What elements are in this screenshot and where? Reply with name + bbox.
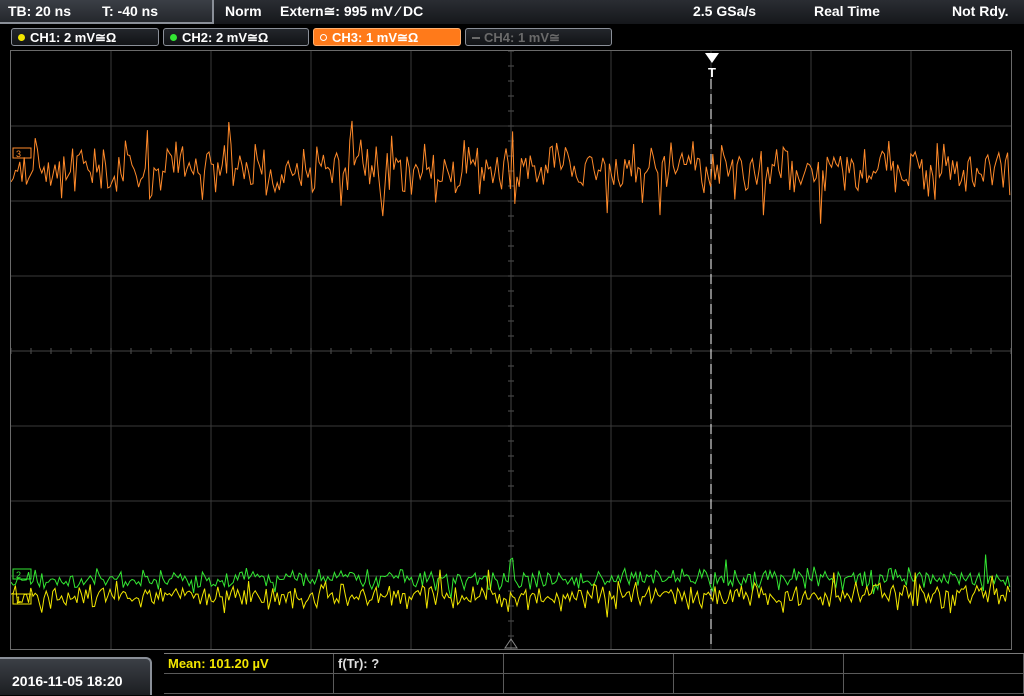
graticule: 3 2 1 (11, 51, 1011, 649)
channel-label: CH2: 2 mV≅Ω (182, 30, 269, 45)
mean-measurement: Mean: 101.20 µV (168, 656, 269, 671)
trigger-mode-label[interactable]: Norm (225, 3, 262, 19)
channel-label: CH1: 2 mV≅Ω (30, 30, 117, 45)
ch1-offset-marker-icon-label: 1 (16, 595, 21, 605)
ch3-waveform (11, 120, 1011, 224)
channel-label: CH3: 1 mV≅Ω (332, 30, 419, 45)
measurement-panel[interactable]: Mean: 101.20 µV f(Tr): ? (164, 653, 1024, 696)
ch1-indicator-icon (18, 34, 25, 41)
ch2-offset-marker-icon-label: 2 (16, 570, 21, 580)
trigger-marker-label: T (708, 65, 716, 80)
waveform-display[interactable]: 3 2 1 (10, 50, 1012, 650)
ch2-indicator-icon (170, 34, 177, 41)
ch3-offset-marker-icon-label: 3 (16, 149, 21, 159)
ch1-waveform (11, 569, 1011, 618)
channel-tab-ch1[interactable]: CH1: 2 mV≅Ω (11, 28, 159, 46)
channel-tab-ch3[interactable]: CH3: 1 mV≅Ω (313, 28, 461, 46)
acquisition-mode-label[interactable]: Real Time (814, 3, 880, 19)
channel-tab-ch2[interactable]: CH2: 2 mV≅Ω (163, 28, 309, 46)
date-time-box: 2016-11-05 18:20 (0, 657, 152, 695)
frequency-measurement: f(Tr): ? (338, 656, 380, 671)
ch3-indicator-icon (320, 34, 327, 41)
acquisition-state-label: Not Rdy. (952, 3, 1009, 19)
sample-rate-label: 2.5 GSa/s (693, 3, 757, 19)
channel-label: CH4: 1 mV≅ (484, 30, 560, 45)
trigger-position-label: T: -40 ns (102, 3, 159, 19)
horizontal-position-icon (504, 638, 518, 649)
timebase-label: TB: 20 ns (8, 3, 72, 19)
status-bar: TB: 20 ns T: -40 ns Norm Extern≅: 995 mV… (0, 0, 1024, 24)
date-time: 2016-11-05 18:20 (12, 673, 123, 689)
trigger-source-label[interactable]: Extern≅: 995 mV ⁄ DC (280, 3, 423, 20)
trigger-marker-icon[interactable]: T (700, 50, 724, 82)
ch4-off-icon (472, 37, 480, 39)
channel-tab-ch4[interactable]: CH4: 1 mV≅ (465, 28, 612, 46)
timebase-box[interactable]: TB: 20 ns T: -40 ns (0, 0, 214, 24)
